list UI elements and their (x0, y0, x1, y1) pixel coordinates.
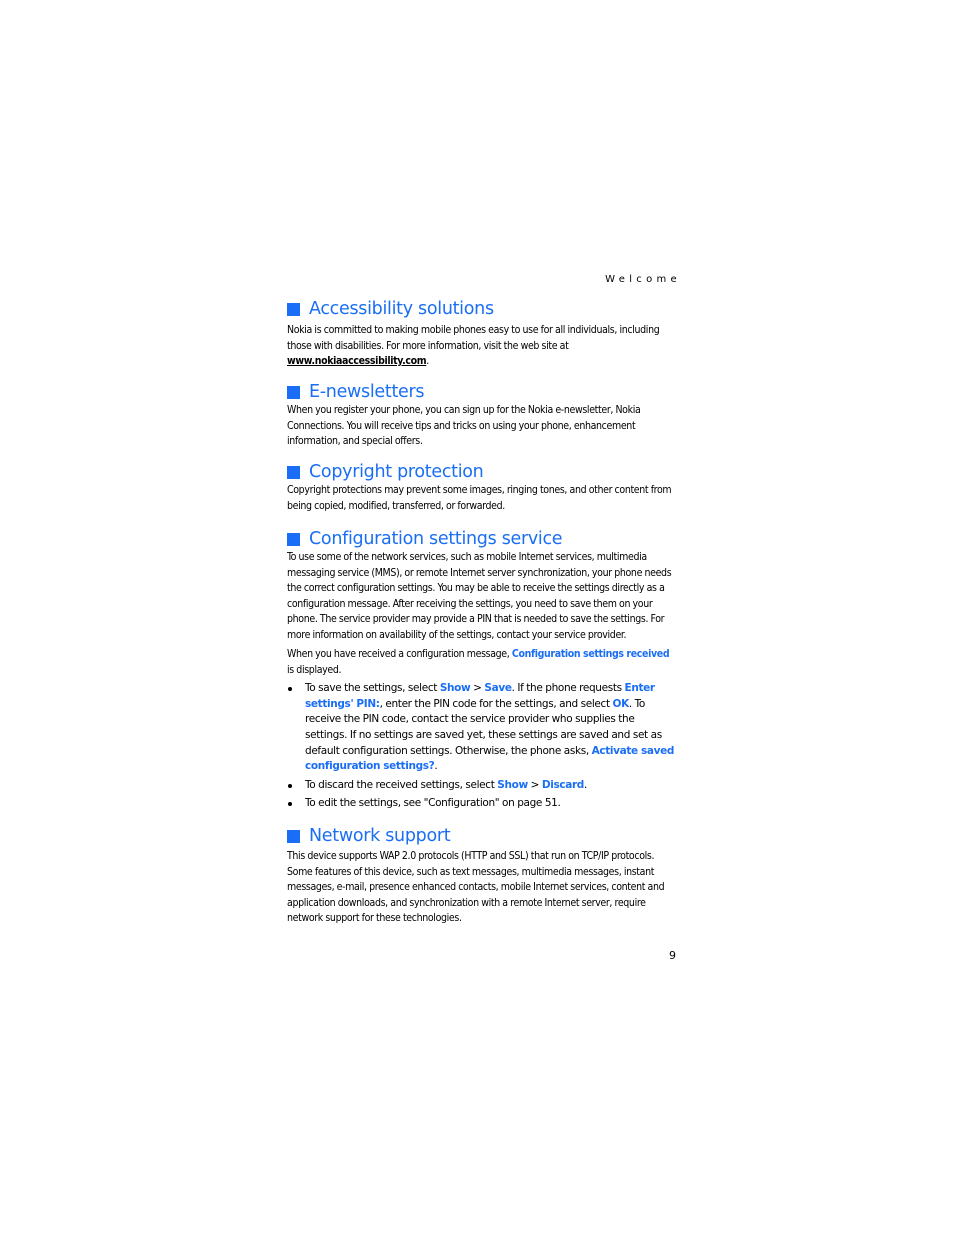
ui-term: Show (439, 682, 471, 695)
body-text: Nokia is committed to making mobile phon… (287, 324, 660, 352)
heading-text: Configuration settings service (309, 529, 563, 549)
blue-square-icon (287, 533, 300, 546)
list-item: To save the settings, select Show > Save… (287, 681, 677, 775)
body-text: To save the settings, select (305, 682, 440, 695)
body-text: . (583, 778, 587, 791)
accessibility-website-link[interactable]: www.nokiaaccessibility.com (287, 355, 427, 367)
body-text: > (470, 682, 485, 695)
list-item: To discard the received settings, select… (287, 778, 677, 794)
ui-term: OK (612, 697, 630, 710)
bullet-dot-icon (288, 802, 292, 807)
section-body: This device supports WAP 2.0 protocols (… (287, 850, 665, 925)
blue-square-icon (287, 386, 300, 399)
blue-square-icon (287, 466, 300, 479)
body-text: > (527, 778, 542, 791)
section-enewsletters: E-newsletters When you register your pho… (287, 381, 677, 450)
section-heading: Configuration settings service (287, 528, 677, 550)
blue-square-icon (287, 303, 300, 316)
bullet-dot-icon (288, 687, 292, 692)
section-configuration: Configuration settings service To use so… (287, 528, 677, 815)
section-body: To use some of the network services, suc… (287, 551, 672, 641)
section-heading: Network support (287, 825, 677, 847)
page-number: 9 (669, 949, 676, 962)
body-text: , enter the PIN code for the settings, a… (379, 697, 613, 710)
section-heading: Copyright protection (287, 461, 677, 483)
section-network: Network support This device supports WAP… (287, 825, 677, 927)
body-text: To edit the settings, see "Configuration… (305, 797, 561, 810)
section-body: Nokia is committed to making mobile phon… (287, 323, 677, 370)
section-body: Copyright protections may prevent some i… (287, 484, 672, 512)
body-text: . If the phone requests (511, 682, 625, 695)
section-heading: Accessibility solutions (287, 298, 677, 320)
bullet-list: To save the settings, select Show > Save… (287, 681, 677, 812)
ui-term: Show (497, 778, 528, 791)
section-copyright: Copyright protection Copyright protectio… (287, 461, 677, 514)
bullet-dot-icon (288, 783, 292, 788)
ui-term: Save (484, 682, 512, 695)
body-text: . (434, 760, 438, 773)
blue-square-icon (287, 830, 300, 843)
heading-text: Network support (309, 826, 451, 846)
section-body: When you register your phone, you can si… (287, 404, 641, 448)
body-text: To discard the received settings, select (305, 778, 498, 791)
ui-term: Discard (541, 778, 584, 791)
section-accessibility: Accessibility solutions Nokia is committ… (287, 298, 677, 370)
section-body: When you have received a configuration m… (287, 647, 677, 678)
running-header: Welcome (605, 274, 681, 285)
body-text: is displayed. (287, 663, 342, 676)
body-text: When you have received a configuration m… (287, 648, 512, 661)
list-item: To edit the settings, see "Configuration… (287, 796, 677, 812)
heading-text: Accessibility solutions (309, 299, 494, 319)
heading-text: Copyright protection (309, 462, 484, 482)
section-heading: E-newsletters (287, 381, 677, 403)
ui-term: Configuration settings received (511, 648, 670, 661)
heading-text: E-newsletters (309, 382, 425, 402)
body-text: . (426, 355, 429, 368)
